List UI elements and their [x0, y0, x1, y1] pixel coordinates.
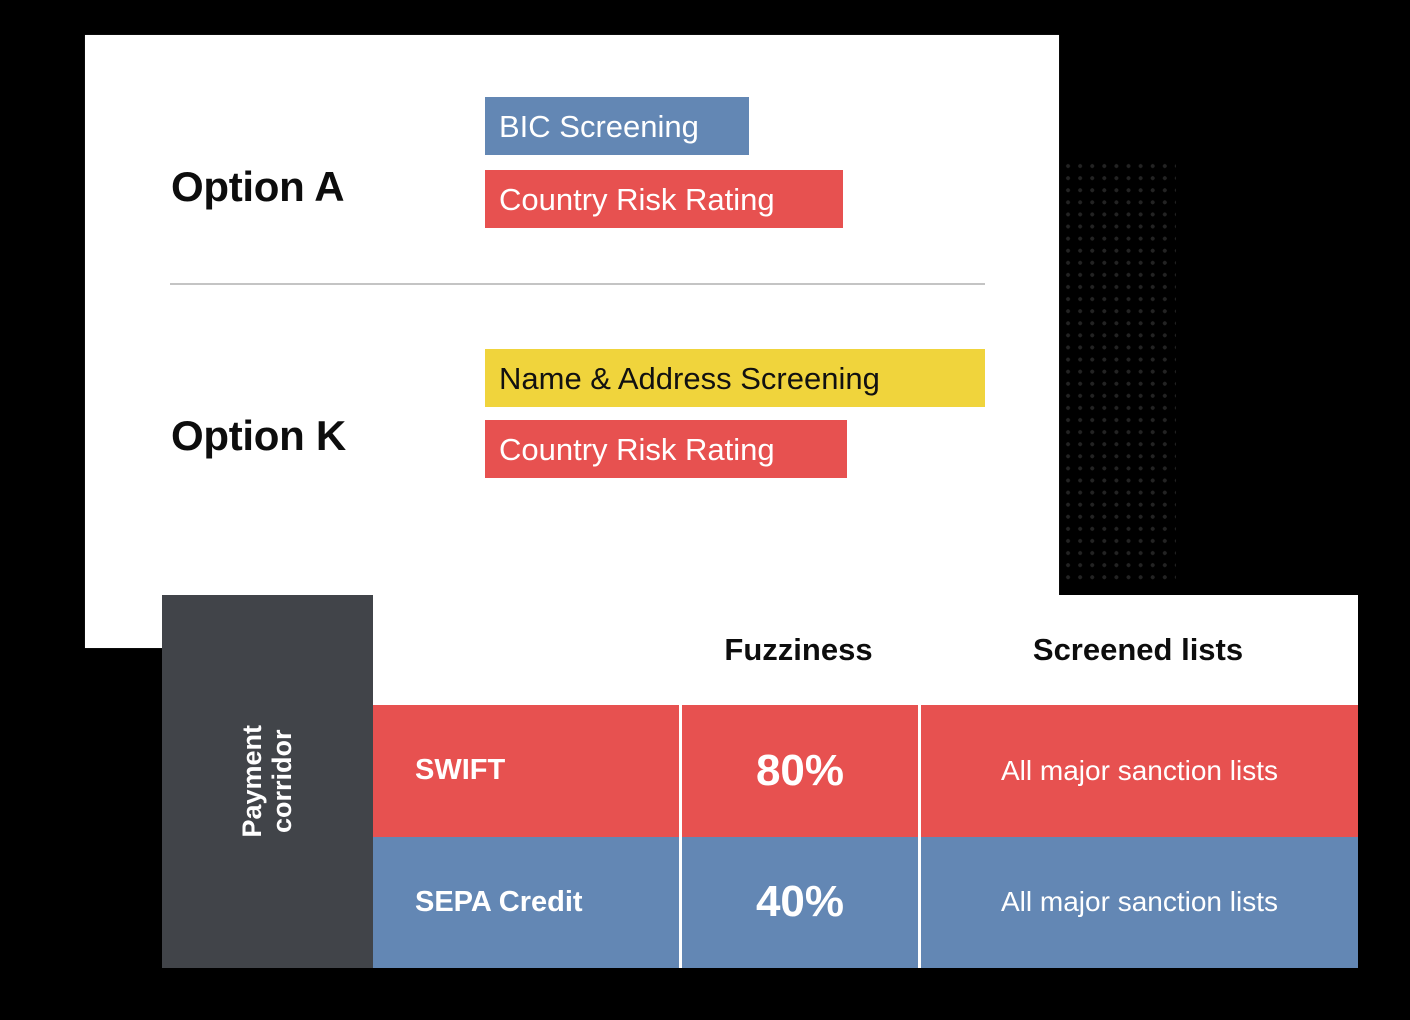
table-cell-fuzziness: 80%: [679, 705, 918, 837]
dot-grid-decoration: [1060, 158, 1176, 586]
payment-corridor-sidebar: Payment corridor: [162, 595, 373, 968]
option-a-bar-bic-screening: BIC Screening: [485, 97, 749, 155]
table-row: SWIFT 80% All major sanction lists: [373, 705, 1358, 837]
option-k-bar-name-address-screening: Name & Address Screening: [485, 349, 985, 407]
table-header-fuzziness: Fuzziness: [724, 632, 873, 667]
table-cell-corridor-name: SEPA Credit: [415, 885, 583, 918]
table-body: Fuzziness Screened lists SWIFT 80% All m…: [373, 595, 1358, 968]
card-divider: [170, 283, 985, 285]
page-background: Option A BIC Screening Country Risk Rati…: [0, 0, 1410, 1020]
option-a-label: Option A: [171, 163, 345, 210]
table-cell-screened-lists: All major sanction lists: [918, 836, 1358, 968]
table-header-row: Fuzziness Screened lists: [373, 595, 1358, 705]
payment-corridor-label: Payment corridor: [237, 725, 297, 838]
option-k-label: Option K: [171, 412, 346, 459]
table-cell-fuzziness: 40%: [679, 836, 918, 968]
table-cell-screened-lists: All major sanction lists: [918, 705, 1358, 837]
payment-corridor-label-line1: Payment: [237, 725, 268, 838]
options-card: Option A BIC Screening Country Risk Rati…: [85, 35, 1059, 648]
table-row: SEPA Credit 40% All major sanction lists: [373, 836, 1358, 968]
table-cell-corridor-name: SWIFT: [415, 754, 506, 787]
payment-corridor-table: Payment corridor Fuzziness Screened list…: [162, 595, 1358, 968]
option-k-bar-country-risk-rating: Country Risk Rating: [485, 420, 847, 478]
option-a-bar-country-risk-rating: Country Risk Rating: [485, 170, 843, 228]
payment-corridor-label-line2: corridor: [267, 729, 298, 834]
table-header-screened-lists: Screened lists: [1032, 632, 1244, 667]
